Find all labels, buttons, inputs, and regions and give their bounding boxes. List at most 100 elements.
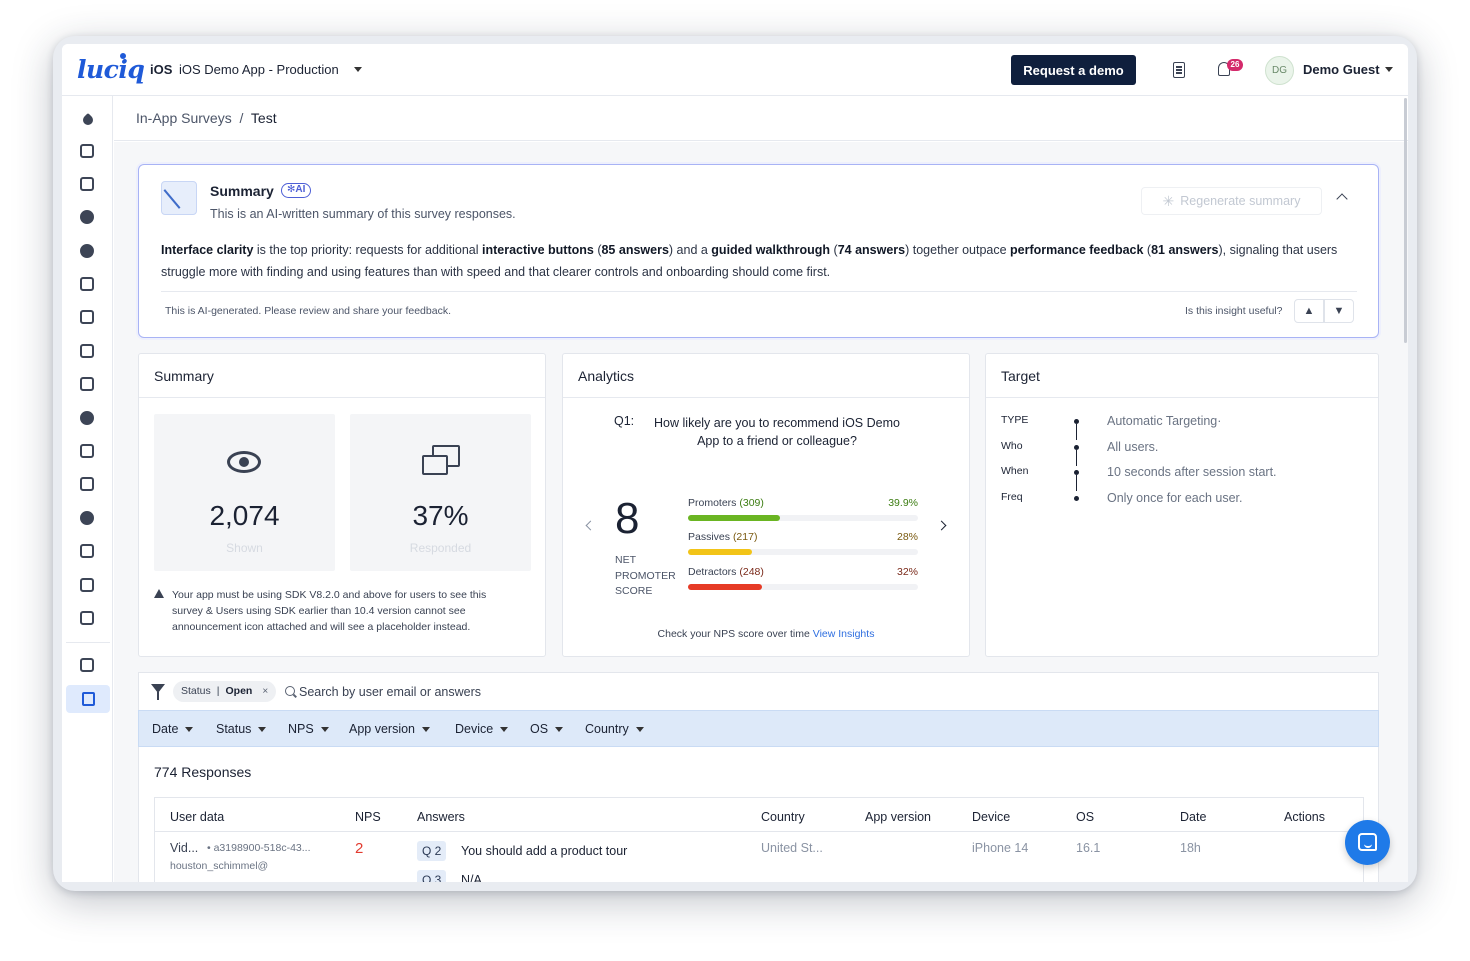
document-icon[interactable] [1173, 62, 1185, 78]
column-header[interactable]: Actions [1284, 810, 1325, 824]
users-icon[interactable] [80, 511, 96, 527]
request-demo-button[interactable]: Request a demo [1011, 55, 1136, 85]
nps-caption-line: SCORE [615, 585, 653, 597]
filter-row: Status | Open × [138, 672, 1379, 710]
reports-icon[interactable] [80, 177, 96, 193]
feature-requests-icon[interactable] [80, 444, 96, 460]
answer-text: N/A [461, 873, 482, 882]
analytics-panel: Analytics Q1: How likely are you to reco… [562, 353, 970, 657]
ai-badge-label: AI [295, 184, 306, 195]
ai-summary-text-part: performance feedback [1010, 243, 1144, 257]
timeline-dot [1074, 495, 1079, 501]
target-value: Automatic Targeting· [1107, 414, 1222, 428]
bar-name: Passives [688, 531, 731, 543]
regenerate-summary-button[interactable]: ✳ Regenerate summary [1141, 187, 1322, 215]
dropdown-label: App version [349, 722, 416, 736]
alerts-icon[interactable] [80, 411, 96, 427]
nps-bar-passives: Passives (217) 28% [688, 531, 918, 561]
warning-icon [154, 589, 164, 598]
date-cell: 18h [1180, 841, 1201, 855]
ai-summary-text-part: ( [830, 243, 838, 257]
filter-dropdown-device[interactable]: Device [455, 722, 509, 736]
filter-dropdown-app-version[interactable]: App version [349, 722, 431, 736]
chevron-down-icon[interactable] [354, 67, 362, 72]
sessions-icon[interactable] [80, 377, 96, 393]
chat-bubbles-icon [422, 445, 460, 477]
question-chip: Q 3 [417, 870, 447, 882]
filter-dropdown-status[interactable]: Status [216, 722, 267, 736]
pin-icon[interactable] [80, 112, 96, 128]
timeline-line [1076, 424, 1077, 440]
column-header[interactable]: Answers [417, 810, 465, 824]
chat-launcher-button[interactable] [1345, 820, 1390, 865]
network-icon[interactable] [80, 310, 96, 326]
filter-dropdown-nps[interactable]: NPS [288, 722, 329, 736]
close-icon[interactable]: × [262, 681, 268, 702]
apps-grid-icon[interactable] [80, 658, 96, 674]
breadcrumb-bar: In-App Surveys / Test [114, 96, 1408, 141]
panel-title: Summary [154, 368, 214, 384]
filter-dropdown-country[interactable]: Country [585, 722, 644, 736]
bug-icon[interactable] [80, 210, 96, 226]
app-selector[interactable]: iOS Demo App - Production [179, 62, 339, 77]
platform-label[interactable]: iOS [150, 62, 172, 77]
panel-title: Target [1001, 368, 1040, 384]
summary-panel: Summary 2,074 Shown 37% Responded Your a… [138, 353, 546, 657]
chevron-down-icon [185, 726, 194, 732]
ai-summary-text-part: 81 answers [1151, 243, 1219, 257]
crash-icon[interactable] [80, 244, 96, 260]
search-input[interactable] [299, 681, 799, 703]
scrollbar[interactable] [1404, 98, 1407, 343]
bar-fill [688, 549, 753, 555]
chevron-down-icon[interactable] [1385, 67, 1393, 72]
top-bar: luciq iOS iOS Demo App - Production Requ… [62, 44, 1408, 96]
column-header[interactable]: Date [1180, 810, 1206, 824]
column-header[interactable]: OS [1076, 810, 1094, 824]
column-header[interactable]: Device [972, 810, 1010, 824]
apm-icon[interactable] [80, 277, 96, 293]
releases-icon[interactable] [80, 344, 96, 360]
status-filter-chip[interactable]: Status | Open × [173, 681, 277, 702]
thumbs-down-icon[interactable]: ▼ [1324, 299, 1354, 323]
filter-icon[interactable] [151, 684, 165, 700]
announcements-icon[interactable] [80, 477, 96, 493]
nps-bar-detractors: Detractors (248) 32% [688, 566, 918, 596]
question-text: How likely are you to recommend iOS Demo… [654, 416, 900, 448]
bar-label: Promoters (309) [688, 497, 764, 509]
chevron-right-icon[interactable] [936, 520, 947, 531]
breadcrumb-separator: / [239, 110, 244, 126]
shown-stat: 2,074 Shown [154, 414, 335, 571]
chevron-up-icon[interactable] [1336, 193, 1348, 205]
dropdown-label: OS [530, 722, 549, 736]
column-header[interactable]: App version [865, 810, 931, 824]
target-row: Who All users. [1001, 440, 1371, 466]
logo-spark-icon [120, 53, 126, 59]
analytics-icon[interactable] [80, 578, 96, 594]
filter-dropdown-os[interactable]: OS [530, 722, 564, 736]
column-header[interactable]: User data [170, 810, 224, 824]
divider [161, 291, 1357, 292]
ai-summary-text-part: Interface clarity [161, 243, 254, 257]
shown-value: 2,074 [209, 500, 280, 531]
ai-summary-text-part: 85 answers [601, 243, 669, 257]
thumbs-up-icon[interactable]: ▲ [1294, 299, 1324, 323]
column-header[interactable]: Country [761, 810, 805, 824]
breadcrumb-parent[interactable]: In-App Surveys [136, 110, 232, 126]
chevron-left-icon[interactable] [585, 520, 596, 531]
luciq-logo[interactable]: luciq [77, 55, 145, 84]
avatar[interactable]: DG [1265, 56, 1294, 85]
view-insights-link[interactable]: View Insights [813, 628, 875, 640]
ai-disclaimer: This is AI-generated. Please review and … [165, 305, 451, 317]
panel-title: Analytics [578, 368, 635, 384]
bar-percent: 32% [896, 566, 918, 578]
user-menu[interactable]: Demo Guest [1303, 62, 1380, 77]
sidebar-item-surveys[interactable] [66, 685, 110, 713]
responses-count: 774 Responses [154, 764, 252, 780]
dashboard-icon[interactable] [80, 144, 96, 160]
integrations-icon[interactable] [80, 611, 96, 627]
user-id: • a3198900-518c-43... [207, 842, 311, 854]
bar-track [688, 549, 918, 555]
inbox-icon[interactable] [80, 544, 96, 560]
filter-dropdown-date[interactable]: Date [152, 722, 194, 736]
column-header[interactable]: NPS [355, 810, 381, 824]
